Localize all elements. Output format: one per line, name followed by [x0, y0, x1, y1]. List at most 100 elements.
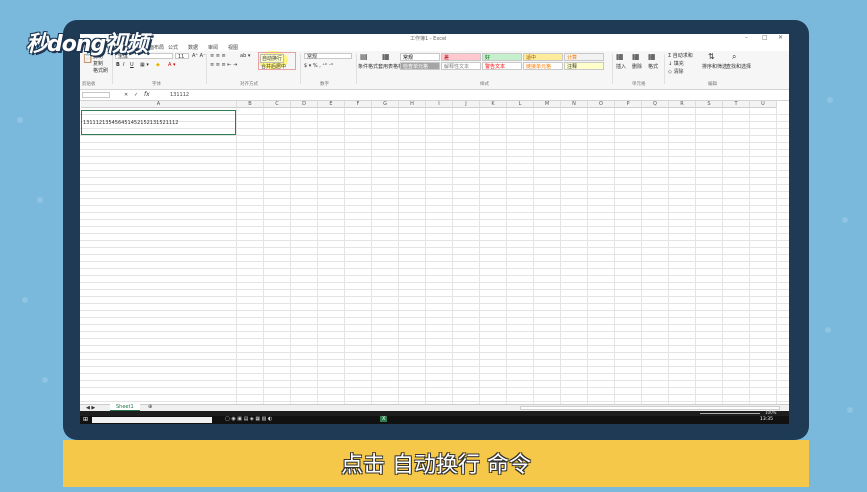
column-header[interactable]: O [588, 101, 615, 108]
style-cell[interactable]: 注释 [564, 62, 604, 70]
taskbar-search-box[interactable] [92, 417, 212, 423]
number-format-select[interactable]: 常规 [304, 53, 352, 60]
underline-button[interactable]: U [130, 62, 134, 68]
delete-cells-button[interactable]: 删除 [632, 63, 642, 70]
column-header[interactable]: G [372, 101, 399, 108]
sort-filter-button[interactable]: 排序和筛选 [702, 63, 727, 70]
column-header[interactable]: N [561, 101, 588, 108]
cancel-icon[interactable]: ✕ [124, 92, 128, 98]
style-cell[interactable]: 常规 [400, 53, 440, 61]
column-header[interactable]: P [615, 101, 642, 108]
column-header[interactable]: R [669, 101, 696, 108]
cells-group-label: 单元格 [632, 82, 646, 87]
close-icon[interactable]: ✕ [778, 34, 783, 41]
column-header[interactable]: T [723, 101, 750, 108]
orientation-icon[interactable]: ab ▾ [240, 53, 250, 59]
delete-cells-icon[interactable]: ▦ [632, 52, 640, 61]
maximize-icon[interactable]: □ [762, 34, 768, 41]
tab-review[interactable]: 审阅 [208, 44, 218, 51]
font-group-label: 字体 [152, 82, 161, 87]
column-header[interactable]: I [426, 101, 453, 108]
column-header[interactable]: K [480, 101, 507, 108]
column-header[interactable]: B [237, 101, 264, 108]
column-header[interactable]: M [534, 101, 561, 108]
wrap-area-frame [258, 52, 296, 70]
grid-lines [80, 108, 789, 404]
autosum-button[interactable]: Σ 自动求和 [668, 52, 693, 59]
bold-button[interactable]: B [116, 62, 120, 68]
column-header[interactable]: U [750, 101, 777, 108]
name-box[interactable] [82, 92, 110, 98]
style-cell[interactable]: 适中 [523, 53, 563, 61]
font-color-icon[interactable]: A ▾ [168, 62, 176, 68]
insert-cells-button[interactable]: 插入 [616, 63, 626, 70]
window-title: 工作簿1 - Excel [410, 36, 447, 42]
conditional-format-icon[interactable]: ▤ [360, 52, 368, 61]
column-header[interactable]: J [453, 101, 480, 108]
style-cell[interactable]: 警告文本 [482, 62, 522, 70]
editing-group-label: 编辑 [708, 82, 717, 87]
clear-button[interactable]: ◇ 清除 [668, 68, 683, 75]
column-header[interactable]: L [507, 101, 534, 108]
tab-data[interactable]: 数据 [188, 44, 198, 51]
column-header[interactable]: D [291, 101, 318, 108]
format-painter-button[interactable]: 格式刷 [93, 67, 108, 74]
subtitle-text: 点击 自动换行 命令 [341, 453, 531, 478]
column-header[interactable]: Q [642, 101, 669, 108]
find-select-icon[interactable]: ⌕ [732, 52, 736, 62]
font-size-select[interactable]: 11 [175, 53, 189, 60]
taskbar: ⊞ ▢ ◉ ▣ ▤ ◈ ▦ ▧ ◐ X 13:35 [80, 416, 789, 424]
cell-a1[interactable]: 131112135456451452152131521112 [81, 110, 236, 135]
sort-filter-icon[interactable]: ⇅ [708, 52, 715, 61]
clear-label: 清除 [673, 69, 684, 75]
left-align-icon[interactable]: ≡ ≡ ≡ ⇤ ⇥ [210, 62, 237, 68]
top-align-icon[interactable]: ≡ ≡ ≡ [210, 53, 226, 59]
style-cell[interactable]: 解释性文本 [441, 62, 481, 70]
conditional-format-button[interactable]: 条件格式 [358, 63, 378, 70]
tab-formulas[interactable]: 公式 [168, 44, 178, 51]
column-header[interactable]: S [696, 101, 723, 108]
fill-color-icon[interactable]: ◆ [156, 62, 160, 68]
clipboard-group-label: 剪贴板 [82, 82, 96, 87]
styles-group-label: 样式 [480, 82, 489, 87]
zoom-level: 100% [765, 410, 777, 415]
format-cells-icon[interactable]: ▦ [648, 52, 656, 61]
column-header[interactable]: F [345, 101, 372, 108]
style-cell[interactable]: 链接单元格 [523, 62, 563, 70]
column-header[interactable]: E [318, 101, 345, 108]
minimize-icon[interactable]: – [745, 34, 748, 41]
currency-icon[interactable]: $ ▾ % , ⁺⁰ ⁻⁰ [304, 63, 333, 69]
fill-label: 填充 [673, 61, 684, 67]
style-cell[interactable]: 好 [482, 53, 522, 61]
column-header[interactable]: H [399, 101, 426, 108]
column-header[interactable]: C [264, 101, 291, 108]
style-cell[interactable]: 计算 [564, 53, 604, 61]
zoom-slider[interactable] [700, 413, 760, 414]
grow-font-icon[interactable]: A⁺ A⁻ [192, 53, 206, 59]
border-icon[interactable]: ▦ ▾ [140, 62, 149, 68]
italic-button[interactable]: I [123, 62, 124, 68]
format-cells-button[interactable]: 格式 [648, 63, 658, 70]
copy-button[interactable]: 复制 [93, 60, 103, 67]
taskbar-app-icons[interactable]: ▢ ◉ ▣ ▤ ◈ ▦ ▧ ◐ [225, 416, 272, 422]
fx-button[interactable]: fx [144, 91, 150, 98]
table-format-icon[interactable]: ▦ [382, 52, 390, 61]
style-cell[interactable]: 检查单元格 [400, 62, 440, 70]
ribbon: 📋 剪切 复制 格式刷 剪贴板 宋体 11 A⁺ A⁻ B I U ▦ ▾ ◆ … [80, 51, 789, 90]
confirm-icon[interactable]: ✓ [134, 92, 138, 98]
worksheet-grid[interactable]: ABCDEFGHIJKLMNOPQRSTU 131112135456451452… [80, 101, 789, 404]
excel-taskbar-icon[interactable]: X [380, 416, 388, 422]
find-select-button[interactable]: 查找和选择 [726, 63, 751, 70]
formula-bar: ✕ ✓ fx 131112 [80, 90, 789, 101]
autosum-label: 自动求和 [672, 53, 693, 59]
insert-cells-icon[interactable]: ▦ [616, 52, 624, 61]
formula-input[interactable]: 131112 [170, 92, 189, 98]
style-cell[interactable]: 差 [441, 53, 481, 61]
horizontal-scrollbar[interactable] [520, 406, 780, 410]
column-header[interactable]: A [81, 101, 237, 108]
tab-view[interactable]: 视图 [228, 44, 238, 51]
sheet-tab-sheet1[interactable]: Sheet1 [110, 404, 140, 411]
add-sheet-icon[interactable]: ⊕ [148, 404, 152, 410]
fill-button[interactable]: ↓ 填充 [668, 60, 684, 67]
windows-start-icon[interactable]: ⊞ [83, 416, 88, 423]
